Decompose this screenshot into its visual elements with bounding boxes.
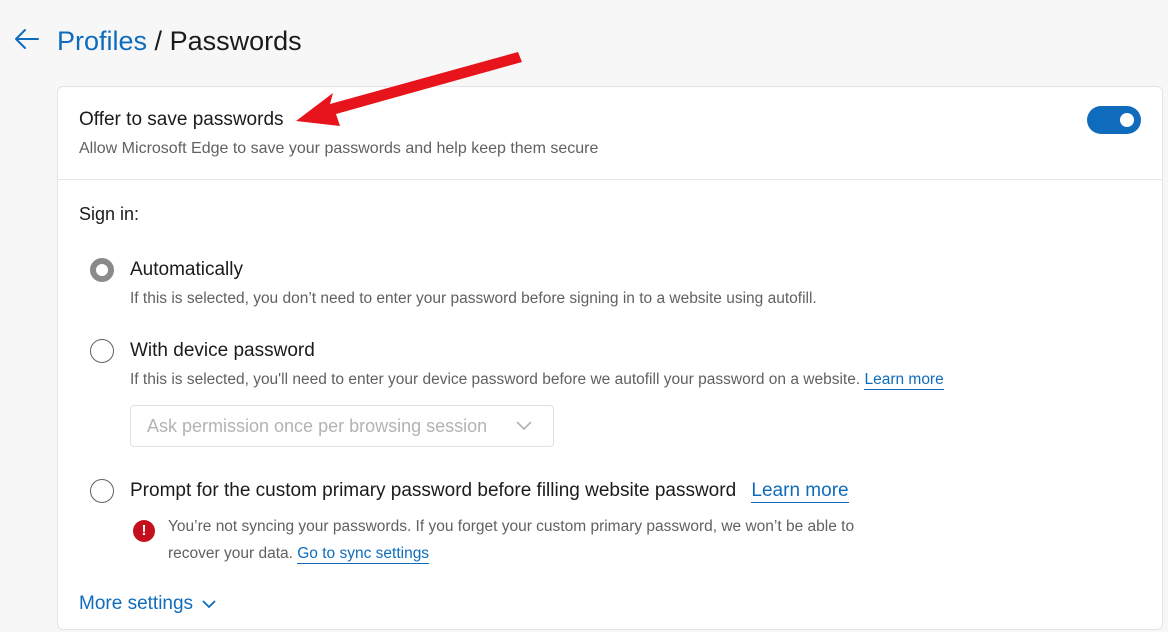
breadcrumb-separator: / bbox=[154, 26, 163, 56]
sign-in-label: Sign in: bbox=[79, 204, 140, 224]
back-button[interactable] bbox=[10, 22, 44, 56]
custom-primary-password-learn-more-link[interactable]: Learn more bbox=[751, 480, 849, 503]
device-password-learn-more-link[interactable]: Learn more bbox=[864, 371, 944, 390]
page-header: Profiles / Passwords bbox=[0, 0, 1168, 84]
breadcrumb-profiles-link[interactable]: Profiles bbox=[57, 26, 147, 56]
option-automatically-description: If this is selected, you don’t need to e… bbox=[130, 290, 817, 307]
custom-primary-password-title-text: Prompt for the custom primary password b… bbox=[130, 480, 737, 501]
offer-to-save-toggle[interactable] bbox=[1087, 106, 1141, 134]
go-to-sync-settings-link[interactable]: Go to sync settings bbox=[297, 545, 430, 564]
toggle-knob bbox=[1120, 113, 1134, 127]
dropdown-selected-value: Ask permission once per browsing session bbox=[147, 416, 488, 436]
more-settings-label: More settings bbox=[79, 593, 194, 614]
option-device-password-description: If this is selected, you'll need to ente… bbox=[130, 371, 944, 390]
passwords-settings-card: Offer to save passwords Allow Microsoft … bbox=[57, 86, 1163, 630]
chevron-down-icon bbox=[516, 421, 532, 431]
device-password-description-text: If this is selected, you'll need to ente… bbox=[130, 371, 861, 388]
option-custom-primary-password-title: Prompt for the custom primary password b… bbox=[130, 480, 849, 503]
page-title: Passwords bbox=[169, 26, 302, 56]
arrow-left-icon bbox=[15, 29, 39, 49]
sync-warning-message: You’re not syncing your passwords. If yo… bbox=[168, 513, 888, 567]
sync-warning-text: You’re not syncing your passwords. If yo… bbox=[168, 518, 855, 562]
radio-custom-primary-password[interactable] bbox=[90, 479, 114, 503]
radio-automatically[interactable] bbox=[90, 258, 114, 282]
option-device-password-title: With device password bbox=[130, 340, 315, 361]
offer-to-save-row: Offer to save passwords Allow Microsoft … bbox=[58, 87, 1162, 180]
chevron-down-icon bbox=[202, 600, 216, 609]
option-automatically-title: Automatically bbox=[130, 259, 243, 280]
device-password-frequency-dropdown[interactable]: Ask permission once per browsing session bbox=[130, 405, 554, 447]
offer-to-save-title: Offer to save passwords bbox=[79, 109, 284, 130]
error-icon: ! bbox=[133, 520, 155, 542]
breadcrumb: Profiles / Passwords bbox=[57, 24, 302, 58]
offer-to-save-description: Allow Microsoft Edge to save your passwo… bbox=[79, 140, 599, 157]
radio-device-password[interactable] bbox=[90, 339, 114, 363]
more-settings-button[interactable]: More settings bbox=[79, 593, 217, 615]
